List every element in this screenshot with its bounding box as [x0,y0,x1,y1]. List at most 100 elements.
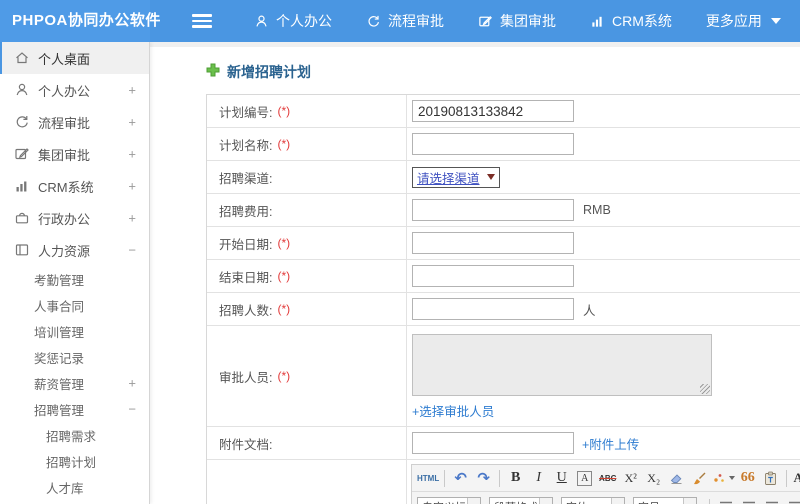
align-left-icon[interactable] [715,497,736,504]
form-row-headcount: 招聘人数: (*) 人 [207,293,800,326]
redo-button[interactable]: ↷ [473,468,494,489]
expand-plus-icon[interactable]: + [128,211,136,226]
required-marker: (*) [277,236,291,250]
sidebar-item-label: 人事合同 [34,299,85,314]
sidebar-item-talent-pool[interactable]: 人才库 [0,474,149,500]
nav-workflow-approval[interactable]: 流程审批 [366,11,444,31]
collapse-minus-icon[interactable]: − [128,402,136,417]
nav-group-approval[interactable]: 集团审批 [478,11,556,31]
align-right-icon[interactable] [761,497,782,504]
approvers-textarea[interactable] [412,334,712,396]
sidebar: 个人桌面 个人办公 + 流程审批 + 集团审批 + CRM系统 + 行政办公 +… [0,42,150,504]
sidebar-item-recruitment-demand[interactable]: 招聘需求 [0,422,149,448]
expand-plus-icon[interactable]: + [128,147,136,162]
edit-icon [478,14,493,29]
sidebar-item-label: 行政办公 [38,211,91,227]
font-color-button[interactable]: A [792,468,800,489]
custom-title-dropdown[interactable]: 自定义标题 [417,496,481,504]
form-row-approvers: 审批人员: (*) +选择审批人员 [207,326,800,427]
editor-toolbar: HTML ↶ ↷ B I U A ABC X² X₂ 66 [411,464,800,504]
underline-button[interactable]: U [551,468,572,489]
form-row-start-date: 开始日期: (*) [207,227,800,260]
form-row-attachment: 附件文档: +附件上传 [207,427,800,460]
field-label: 计划名称: [219,138,273,153]
cost-input[interactable] [412,199,574,221]
align-center-icon[interactable] [738,497,759,504]
select-approvers-link[interactable]: +选择审批人员 [412,401,494,420]
bold-button[interactable]: B [505,468,526,489]
paste-word-icon[interactable] [760,468,781,489]
blockquote-button[interactable]: 66 [737,468,758,489]
sidebar-item-recruitment[interactable]: 招聘管理 − [0,396,149,422]
subscript-button[interactable]: X₂ [643,468,664,489]
collapse-minus-icon[interactable]: − [128,243,136,258]
top-bar: PHPOA协同办公软件 个人办公 流程审批 集团审批 CRM系统 更多应用 [0,0,800,42]
auto-typeset-icon[interactable] [712,468,736,489]
form-row-cost: 招聘费用: RMB [207,194,800,227]
font-size-dropdown[interactable]: 字号 [633,496,697,504]
plan-name-input[interactable] [412,133,574,155]
sidebar-item-attendance[interactable]: 考勤管理 [0,266,149,292]
sidebar-item-personal-office[interactable]: 个人办公 + [0,74,149,106]
sidebar-item-label: 培训管理 [34,325,85,340]
start-date-input[interactable] [412,232,574,254]
sidebar-item-recruitment-plan[interactable]: 招聘计划 [0,448,149,474]
person-icon [14,82,30,98]
form-row-channel: 招聘渠道: 请选择渠道 [207,161,800,194]
field-label: 开始日期: [219,237,273,252]
sidebar-item-label: 奖惩记录 [34,351,85,366]
app-logo: PHPOA协同办公软件 [0,0,160,42]
form-row-end-date: 结束日期: (*) [207,260,800,293]
nav-label: 个人办公 [276,13,332,29]
required-marker: (*) [277,269,291,283]
eraser-icon[interactable] [666,468,687,489]
channel-select-value: 请选择渠道 [417,171,480,186]
border-text-button[interactable]: A [574,468,595,489]
html-source-button[interactable]: HTML [417,468,439,489]
sidebar-item-hr[interactable]: 人力资源 − [0,234,149,266]
undo-button[interactable]: ↶ [450,468,471,489]
headcount-input[interactable] [412,298,574,320]
sidebar-item-group-approval[interactable]: 集团审批 + [0,138,149,170]
paragraph-format-dropdown[interactable]: 段落格式 [489,496,553,504]
form-row-plan-name: 计划名称: (*) [207,128,800,161]
sidebar-item-workflow-approval[interactable]: 流程审批 + [0,106,149,138]
sidebar-item-reward-punishment[interactable]: 奖惩记录 [0,344,149,370]
strikethrough-button[interactable]: ABC [597,468,618,489]
required-marker: (*) [277,369,291,383]
italic-button[interactable]: I [528,468,549,489]
nav-crm-system[interactable]: CRM系统 [590,11,672,31]
sidebar-item-training[interactable]: 培训管理 [0,318,149,344]
sidebar-item-admin-office[interactable]: 行政办公 + [0,202,149,234]
field-label: 招聘渠道: [219,171,273,186]
font-family-dropdown[interactable]: 字体 [561,496,625,504]
sidebar-item-salary[interactable]: 薪资管理 + [0,370,149,396]
channel-select[interactable]: 请选择渠道 [412,166,500,188]
plan-number-input[interactable] [412,100,574,122]
sidebar-item-label: 流程审批 [38,115,91,131]
expand-plus-icon[interactable]: + [128,83,136,98]
align-justify-icon[interactable] [784,497,800,504]
field-label: 计划编号: [219,105,273,120]
sidebar-item-crm[interactable]: CRM系统 + [0,170,149,202]
book-icon [14,242,30,258]
sidebar-item-personal-desktop[interactable]: 个人桌面 [0,42,149,74]
expand-plus-icon[interactable]: + [128,179,136,194]
sidebar-item-label: 招聘计划 [46,455,97,470]
nav-personal-office[interactable]: 个人办公 [254,11,332,31]
nav-more-apps[interactable]: 更多应用 [706,11,781,31]
expand-plus-icon[interactable]: + [128,376,136,391]
currency-suffix: RMB [583,203,611,217]
edit-icon [14,146,30,162]
required-marker: (*) [277,137,291,151]
attachment-upload-link[interactable]: +附件上传 [582,434,639,453]
end-date-input[interactable] [412,265,574,287]
form-row-editor: HTML ↶ ↷ B I U A ABC X² X₂ 66 [207,460,800,504]
expand-plus-icon[interactable]: + [128,115,136,130]
field-label: 招聘人数: [219,303,273,318]
attachment-input[interactable] [412,432,574,454]
format-brush-icon[interactable] [689,468,710,489]
superscript-button[interactable]: X² [620,468,641,489]
menu-toggle-icon[interactable] [192,14,212,28]
sidebar-item-hr-contract[interactable]: 人事合同 [0,292,149,318]
